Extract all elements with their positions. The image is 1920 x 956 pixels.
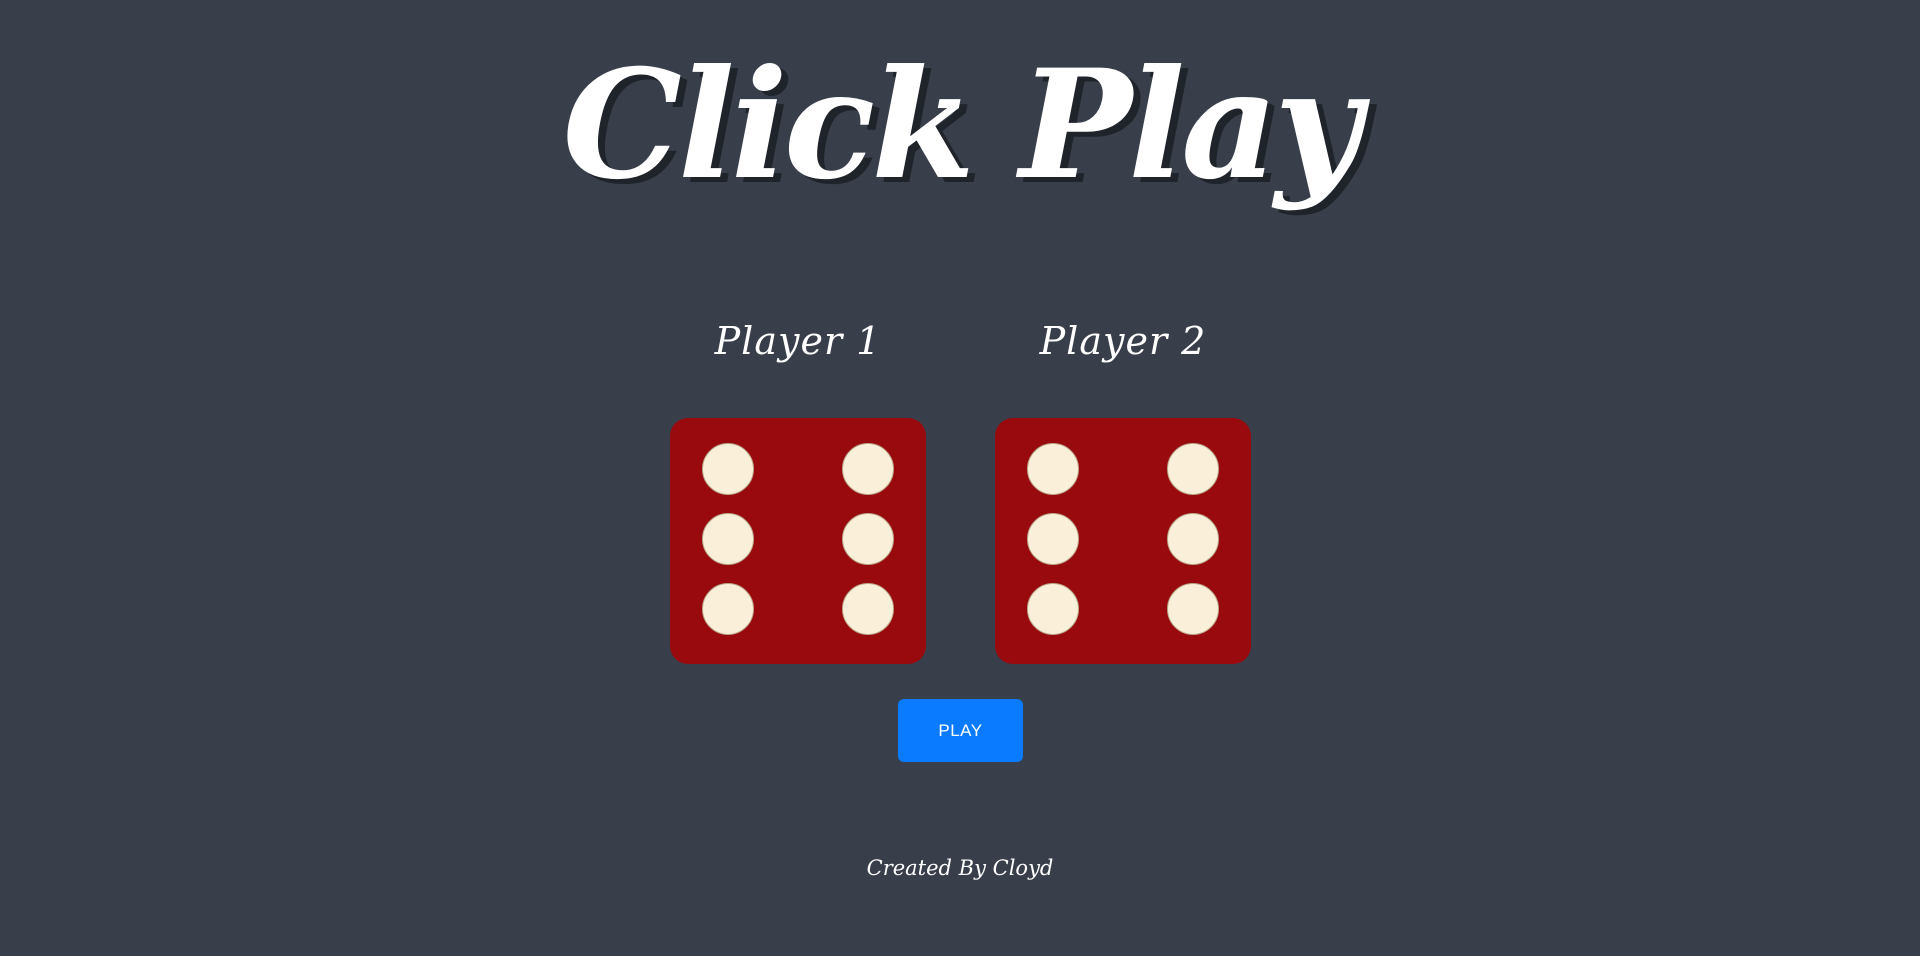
player-1-die [670,418,926,664]
die-dot [1027,583,1079,635]
die-dot [842,513,894,565]
player-1-label: Player 1 [714,319,882,363]
die-dot [702,583,754,635]
player-2-label: Player 2 [1039,319,1207,363]
game-title: Click Play [562,37,1362,213]
die-dot [1167,443,1219,495]
die-dot [1167,583,1219,635]
die-dot [702,443,754,495]
game-page: Click Play Player 1 Player 2 PLAY Create… [0,0,1920,956]
die-dot [1027,443,1079,495]
player-2-die [995,418,1251,664]
die-dot [702,513,754,565]
die-dot [842,443,894,495]
die-dot [842,583,894,635]
die-dot [1167,513,1219,565]
footer-credit: Created By Cloyd [866,856,1054,880]
play-button[interactable]: PLAY [898,699,1023,762]
die-dot [1027,513,1079,565]
